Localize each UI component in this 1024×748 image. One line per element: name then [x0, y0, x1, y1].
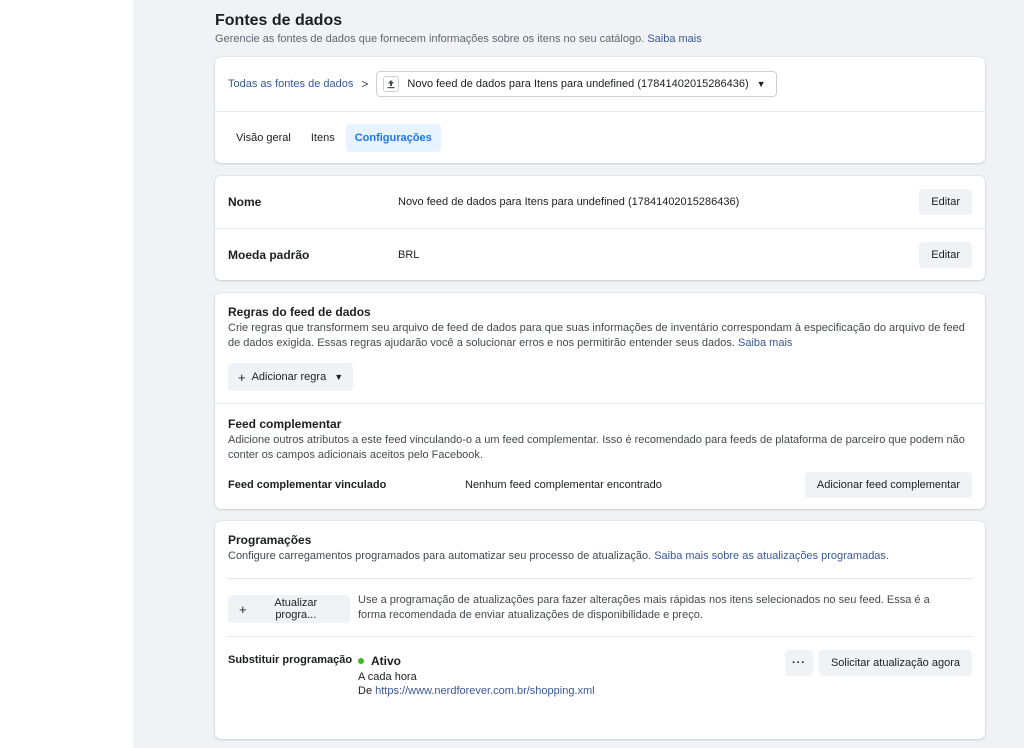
breadcrumb: Todas as fontes de dados > Novo feed de …	[215, 57, 985, 111]
schedule-details: Ativo A cada hora De https://www.nerdfor…	[358, 654, 785, 698]
main-area: Fontes de dados Gerencie as fontes de da…	[133, 0, 1024, 748]
source-header-card: Todas as fontes de dados > Novo feed de …	[215, 57, 985, 163]
schedules-description-text: Configure carregamentos programados para…	[228, 550, 652, 562]
schedules-section: Programações Configure carregamentos pro…	[215, 521, 985, 698]
page-subtitle: Gerencie as fontes de dados que fornecem…	[215, 32, 985, 46]
schedules-learn-more-link[interactable]: Saiba mais sobre as atualizações program…	[654, 550, 889, 562]
linked-feed-value: Nenhum feed complementar encontrado	[465, 479, 662, 491]
content: Fontes de dados Gerencie as fontes de da…	[215, 0, 985, 739]
page-title: Fontes de dados	[215, 12, 343, 29]
schedule-source: De https://www.nerdforever.com.br/shoppi…	[358, 684, 785, 698]
breadcrumb-separator: >	[361, 77, 369, 91]
update-schedule-description: Use a programação de atualizações para f…	[358, 594, 930, 621]
property-row-currency: Moeda padrão BRL Editar	[215, 229, 985, 281]
replace-schedule-row: Substituir programação Ativo A cada hora…	[228, 637, 972, 698]
schedules-title: Programações	[228, 533, 312, 547]
add-rule-button[interactable]: + Adicionar regra ▼	[228, 363, 354, 391]
update-schedule-button[interactable]: + Atualizar progra...	[228, 595, 350, 623]
status-text: Ativo	[371, 654, 401, 668]
schedule-actions: ··· Solicitar atualização agora	[784, 650, 972, 676]
tab-bar: Visão geral Itens Configurações	[215, 112, 985, 163]
supplemental-title: Feed complementar	[228, 417, 342, 431]
edit-name-button[interactable]: Editar	[919, 189, 972, 215]
linked-feed-label: Feed complementar vinculado	[228, 479, 387, 491]
schedules-description: Configure carregamentos programados para…	[228, 549, 972, 564]
properties-card: Nome Novo feed de dados para Itens para …	[215, 176, 985, 280]
page-subtitle-text: Gerencie as fontes de dados que fornecem…	[215, 33, 645, 45]
more-options-button[interactable]: ···	[784, 650, 813, 676]
rules-description-text: Crie regras que transformem seu arquivo …	[228, 322, 965, 349]
linked-feed-row: Feed complementar vinculado Nenhum feed …	[228, 472, 972, 498]
learn-more-link[interactable]: Saiba mais	[647, 33, 701, 45]
tab-items[interactable]: Itens	[302, 124, 344, 152]
upload-icon	[383, 76, 400, 92]
plus-icon: +	[238, 369, 246, 385]
property-label: Moeda padrão	[228, 248, 310, 262]
property-row-name: Nome Novo feed de dados para Itens para …	[215, 176, 985, 228]
status-dot-icon	[358, 658, 364, 664]
request-update-now-button[interactable]: Solicitar atualização agora	[818, 650, 972, 676]
plus-icon: +	[239, 601, 247, 617]
schedules-card: Programações Configure carregamentos pro…	[215, 521, 985, 739]
add-rule-label: Adicionar regra	[251, 371, 327, 383]
caret-down-icon: ▼	[334, 372, 344, 382]
update-schedule-label: Atualizar progra...	[274, 597, 318, 621]
replace-schedule-label: Substituir programação	[228, 654, 353, 666]
rules-description: Crie regras que transformem seu arquivo …	[228, 321, 972, 351]
tab-settings[interactable]: Configurações	[345, 123, 441, 152]
rules-title: Regras do feed de dados	[228, 305, 371, 319]
rules-card: Regras do feed de dados Crie regras que …	[215, 293, 985, 509]
feed-url-link[interactable]: https://www.nerdforever.com.br/shopping.…	[375, 685, 594, 697]
update-schedule-row: + Atualizar progra... Use a programação …	[228, 579, 972, 623]
breadcrumb-all-sources-link[interactable]: Todas as fontes de dados	[228, 78, 353, 90]
tab-overview[interactable]: Visão geral	[227, 124, 300, 152]
data-source-name: Novo feed de dados para Itens para undef…	[407, 78, 749, 90]
property-value: BRL	[398, 249, 420, 261]
property-label: Nome	[228, 195, 262, 209]
supplemental-description: Adicione outros atributos a este feed vi…	[228, 434, 965, 461]
source-prefix: De	[358, 685, 373, 697]
caret-down-icon: ▼	[756, 79, 766, 89]
rules-section: Regras do feed de dados Crie regras que …	[215, 293, 985, 403]
status-line: Ativo	[358, 654, 785, 668]
data-source-dropdown[interactable]: Novo feed de dados para Itens para undef…	[376, 71, 777, 97]
edit-currency-button[interactable]: Editar	[919, 242, 972, 268]
property-value: Novo feed de dados para Itens para undef…	[398, 196, 740, 208]
schedule-frequency: A cada hora	[358, 671, 417, 683]
supplemental-section: Feed complementar Adicione outros atribu…	[215, 404, 985, 498]
rules-learn-more-link[interactable]: Saiba mais	[738, 337, 792, 349]
add-supplemental-feed-button[interactable]: Adicionar feed complementar	[804, 472, 972, 498]
